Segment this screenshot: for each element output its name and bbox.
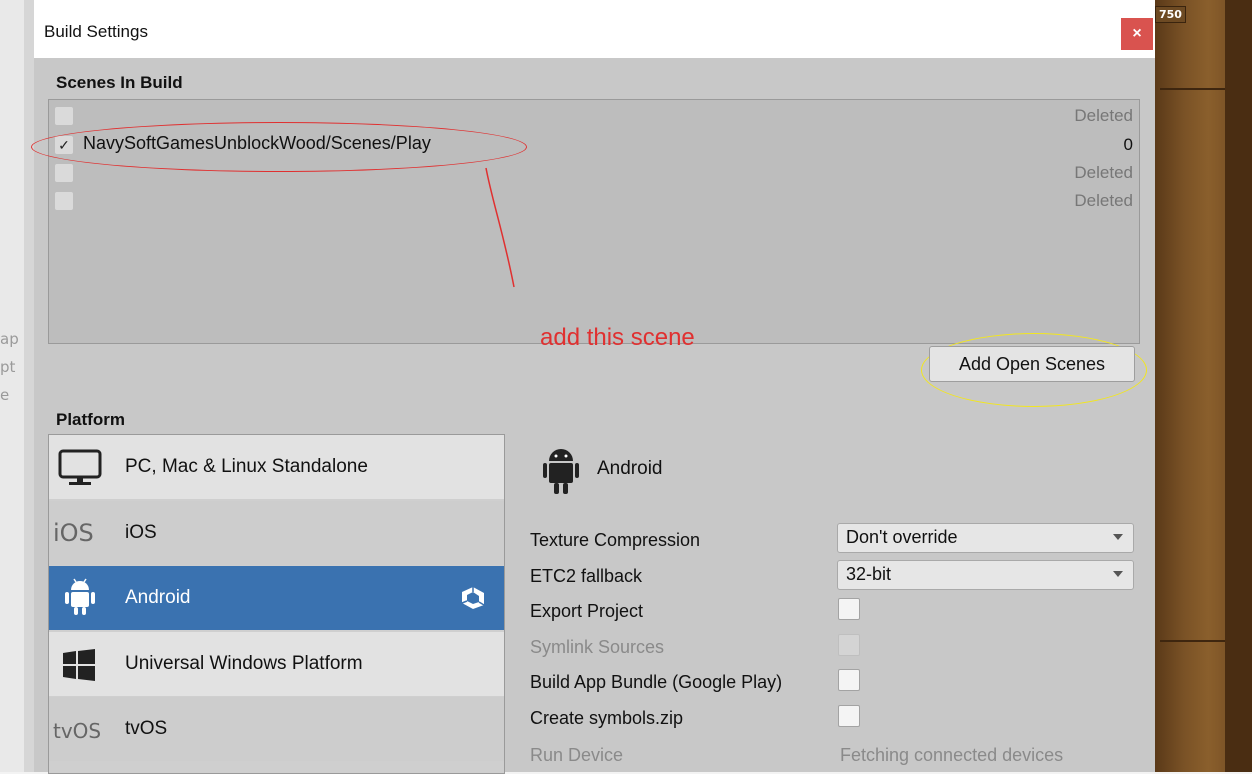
platform-item-tvos[interactable]: tvOS tvOS — [49, 697, 504, 761]
annotation-text: add this scene — [540, 324, 695, 351]
windows-icon — [63, 649, 95, 681]
symlink-sources-checkbox — [838, 634, 860, 656]
background-scrollbar — [24, 0, 34, 772]
wood-plank-line — [1160, 88, 1225, 90]
run-device-value: Fetching connected devices — [840, 745, 1064, 765]
add-open-scenes-button[interactable]: Add Open Scenes — [929, 346, 1135, 382]
dropdown-value: Don't override — [846, 527, 958, 547]
platform-item-android[interactable]: Android — [49, 566, 504, 630]
monitor-icon — [58, 449, 102, 485]
build-settings-window: Build Settings × Scenes In Build Deleted… — [31, 0, 1155, 774]
etc2-fallback-label: ETC2 fallback — [530, 566, 643, 586]
build-app-bundle-checkbox[interactable] — [838, 669, 860, 691]
platform-item-standalone[interactable]: PC, Mac & Linux Standalone — [49, 435, 504, 499]
create-symbols-label: Create symbols.zip — [530, 708, 684, 728]
export-project-checkbox[interactable] — [838, 598, 860, 620]
platform-item-uwp[interactable]: Universal Windows Platform — [49, 632, 504, 696]
platform-list: PC, Mac & Linux Standalone iOS iOS Andro… — [48, 434, 505, 774]
unity-icon — [461, 587, 485, 609]
background-text-fragment: ap — [0, 330, 19, 348]
settings-title: Android — [597, 458, 663, 479]
platform-item-ios[interactable]: iOS iOS — [49, 501, 504, 565]
android-icon — [543, 449, 579, 494]
platform-item-label: PC, Mac & Linux Standalone — [125, 456, 368, 477]
background-text-fragment: e — [0, 386, 10, 404]
tvos-icon: tvOS — [53, 719, 102, 743]
ios-icon: iOS — [53, 519, 94, 547]
symlink-sources-label: Symlink Sources — [530, 637, 665, 657]
export-project-label: Export Project — [530, 601, 644, 621]
game-background-stripe — [1225, 0, 1252, 772]
platform-item-label: tvOS — [125, 718, 168, 739]
etc2-fallback-dropdown[interactable]: 32-bit — [837, 560, 1134, 590]
background-text-fragment: pt — [0, 358, 16, 376]
wood-plank-line — [1160, 640, 1225, 642]
game-score: 750 — [1155, 6, 1186, 23]
platform-item-label: iOS — [125, 522, 157, 543]
run-device-label: Run Device — [530, 745, 624, 765]
dropdown-value: 32-bit — [846, 564, 892, 584]
texture-compression-label: Texture Compression — [530, 530, 701, 550]
create-symbols-checkbox[interactable] — [838, 705, 860, 727]
build-app-bundle-label: Build App Bundle (Google Play) — [530, 672, 783, 692]
platform-item-label: Universal Windows Platform — [125, 653, 363, 674]
platform-item-label: Android — [125, 587, 191, 608]
chevron-down-icon — [1113, 534, 1123, 540]
texture-compression-dropdown[interactable]: Don't override — [837, 523, 1134, 553]
chevron-down-icon — [1113, 571, 1123, 577]
platform-label: Platform — [56, 410, 125, 429]
android-icon — [65, 578, 95, 615]
